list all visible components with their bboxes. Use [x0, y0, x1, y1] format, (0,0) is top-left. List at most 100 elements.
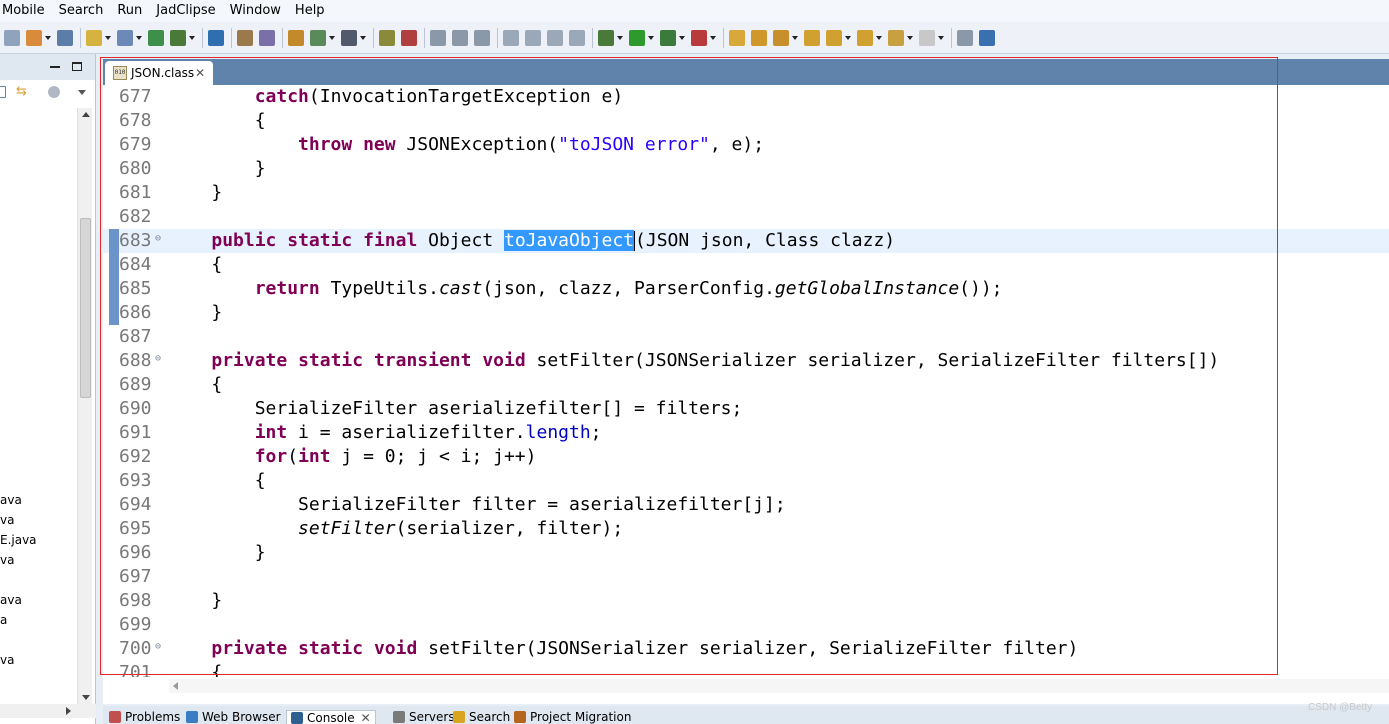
- menu-window[interactable]: Window: [223, 0, 288, 22]
- chevron-down-icon[interactable]: [679, 35, 685, 40]
- close-icon[interactable]: ✕: [195, 66, 205, 80]
- chevron-down-icon[interactable]: [78, 90, 86, 95]
- package-explorer-item[interactable]: ava: [0, 590, 37, 610]
- code-line[interactable]: 694 SerializeFilter filter = aserializef…: [103, 493, 1389, 517]
- package-explorer-item[interactable]: [0, 570, 37, 590]
- chevron-down-icon[interactable]: [792, 35, 798, 40]
- task-toolbar-button[interactable]: [379, 29, 395, 46]
- coverage-toolbar-button[interactable]: [660, 29, 685, 46]
- menu-search[interactable]: Search: [52, 0, 111, 22]
- code-line[interactable]: 695 setFilter(serializer, filter);: [103, 517, 1389, 541]
- code-line[interactable]: 685 return TypeUtils.cast(json, clazz, P…: [103, 277, 1389, 301]
- chevron-down-icon[interactable]: [845, 35, 851, 40]
- tab-project-migration[interactable]: Project Migration: [514, 710, 631, 724]
- chevron-down-icon[interactable]: [189, 35, 195, 40]
- menu-run[interactable]: Run: [110, 0, 149, 22]
- package-explorer-item[interactable]: va: [0, 510, 37, 530]
- open-file-toolbar-button[interactable]: [751, 29, 767, 46]
- code-line[interactable]: 696 }: [103, 541, 1389, 565]
- collapse-all-icon[interactable]: [0, 86, 6, 98]
- package-explorer-scrollbar[interactable]: [77, 108, 92, 708]
- next-annotation-toolbar-button[interactable]: [804, 29, 820, 46]
- chevron-down-icon[interactable]: [617, 35, 623, 40]
- jar-toolbar-button[interactable]: [237, 29, 253, 46]
- back-toolbar-button[interactable]: [888, 29, 913, 46]
- open-folder-toolbar-button[interactable]: [729, 29, 745, 46]
- disconnect-toolbar-button[interactable]: [569, 29, 585, 46]
- chevron-down-icon[interactable]: [648, 35, 654, 40]
- close-icon[interactable]: ✕: [361, 711, 371, 724]
- publish-toolbar-button[interactable]: [170, 29, 195, 46]
- chevron-down-icon[interactable]: [360, 35, 366, 40]
- open-type-toolbar-button[interactable]: [310, 29, 335, 46]
- fold-icon[interactable]: ⊖: [155, 641, 161, 653]
- prev-annotation-toolbar-button[interactable]: [826, 29, 851, 46]
- tab-console[interactable]: Console ✕: [286, 710, 376, 724]
- code-line[interactable]: 697: [103, 565, 1389, 589]
- redo-toolbar-button[interactable]: [452, 29, 468, 46]
- camera-toolbar-button[interactable]: [341, 29, 366, 46]
- menu-jadclipse[interactable]: JadClipse: [149, 0, 222, 22]
- external-tools-toolbar-button[interactable]: [691, 29, 716, 46]
- tab-search[interactable]: Search: [453, 710, 510, 724]
- maximize-icon[interactable]: [72, 62, 82, 71]
- tab-problems[interactable]: Problems: [109, 710, 180, 724]
- package-explorer-item[interactable]: [0, 630, 37, 650]
- view-menu-icon[interactable]: [48, 86, 60, 98]
- editor-hscrollbar[interactable]: [169, 679, 1389, 693]
- chevron-down-icon[interactable]: [136, 35, 142, 40]
- code-line[interactable]: 686 }: [103, 301, 1389, 325]
- code-line[interactable]: 688 ⊖ private static transient void setFi…: [103, 349, 1389, 373]
- tab-servers[interactable]: Servers: [393, 710, 455, 724]
- chevron-down-icon[interactable]: [45, 35, 51, 40]
- code-line[interactable]: 699: [103, 613, 1389, 637]
- code-area[interactable]: 677 catch(InvocationTargetException e) 67…: [103, 85, 1389, 677]
- pin-toolbar-button[interactable]: [401, 29, 417, 46]
- step-toolbar-button[interactable]: [474, 29, 490, 46]
- chevron-down-icon[interactable]: [329, 35, 335, 40]
- package-explorer-item[interactable]: ava: [0, 490, 37, 510]
- code-line[interactable]: 682: [103, 205, 1389, 229]
- deploy-toolbar-button[interactable]: [148, 29, 164, 46]
- scroll-up-icon[interactable]: [82, 112, 90, 117]
- scroll-left-icon[interactable]: [173, 682, 178, 690]
- code-line[interactable]: 679 throw new JSONException("toJSON erro…: [103, 133, 1389, 157]
- package-explorer-hscrollbar[interactable]: [0, 704, 96, 718]
- new-server-toolbar-button[interactable]: [117, 29, 142, 46]
- forward-toolbar-button[interactable]: [4, 29, 20, 46]
- menu-help[interactable]: Help: [288, 0, 332, 22]
- package-explorer-item[interactable]: a: [0, 610, 37, 630]
- code-line[interactable]: 693 {: [103, 469, 1389, 493]
- package-toolbar-button[interactable]: [259, 29, 275, 46]
- scroll-down-icon[interactable]: [82, 695, 90, 700]
- scroll-right-icon[interactable]: [66, 707, 71, 715]
- web-toolbar-button[interactable]: [208, 29, 224, 46]
- package-explorer-item[interactable]: va: [0, 650, 37, 670]
- package-explorer-item[interactable]: E.java: [0, 530, 37, 550]
- menu-mobile[interactable]: Mobile: [0, 0, 52, 22]
- code-line[interactable]: 681 }: [103, 181, 1389, 205]
- editor-tab-json-class[interactable]: 010 JSON.class ✕: [105, 61, 213, 85]
- code-line[interactable]: 677 catch(InvocationTargetException e): [103, 85, 1389, 109]
- class-toolbar-button[interactable]: [288, 29, 304, 46]
- code-line[interactable]: 689 {: [103, 373, 1389, 397]
- run-toolbar-button[interactable]: [629, 29, 654, 46]
- code-line[interactable]: 698 }: [103, 589, 1389, 613]
- code-line[interactable]: 678 {: [103, 109, 1389, 133]
- code-line[interactable]: 692 for(int j = 0; j < i; j++): [103, 445, 1389, 469]
- code-line[interactable]: 690 SerializeFilter aserializefilter[] =…: [103, 397, 1389, 421]
- jad-toolbar-button[interactable]: [979, 29, 995, 46]
- chevron-down-icon[interactable]: [876, 35, 882, 40]
- code-line[interactable]: 683 ⊖ public static final Object toJavaOb…: [103, 229, 1389, 253]
- last-edit-toolbar-button[interactable]: [857, 29, 882, 46]
- forward-nav-toolbar-button[interactable]: [919, 29, 944, 46]
- suspend-toolbar-button[interactable]: [525, 29, 541, 46]
- new-project-toolbar-button[interactable]: [86, 29, 111, 46]
- scrollbar-thumb[interactable]: [80, 218, 91, 398]
- refresh-toolbar-button[interactable]: [430, 29, 446, 46]
- package-explorer-item[interactable]: va: [0, 550, 37, 570]
- chevron-down-icon[interactable]: [907, 35, 913, 40]
- open-external-toolbar-button[interactable]: [957, 29, 973, 46]
- code-line[interactable]: 691 int i = aserializefilter.length;: [103, 421, 1389, 445]
- tab-web-browser[interactable]: Web Browser: [186, 710, 281, 724]
